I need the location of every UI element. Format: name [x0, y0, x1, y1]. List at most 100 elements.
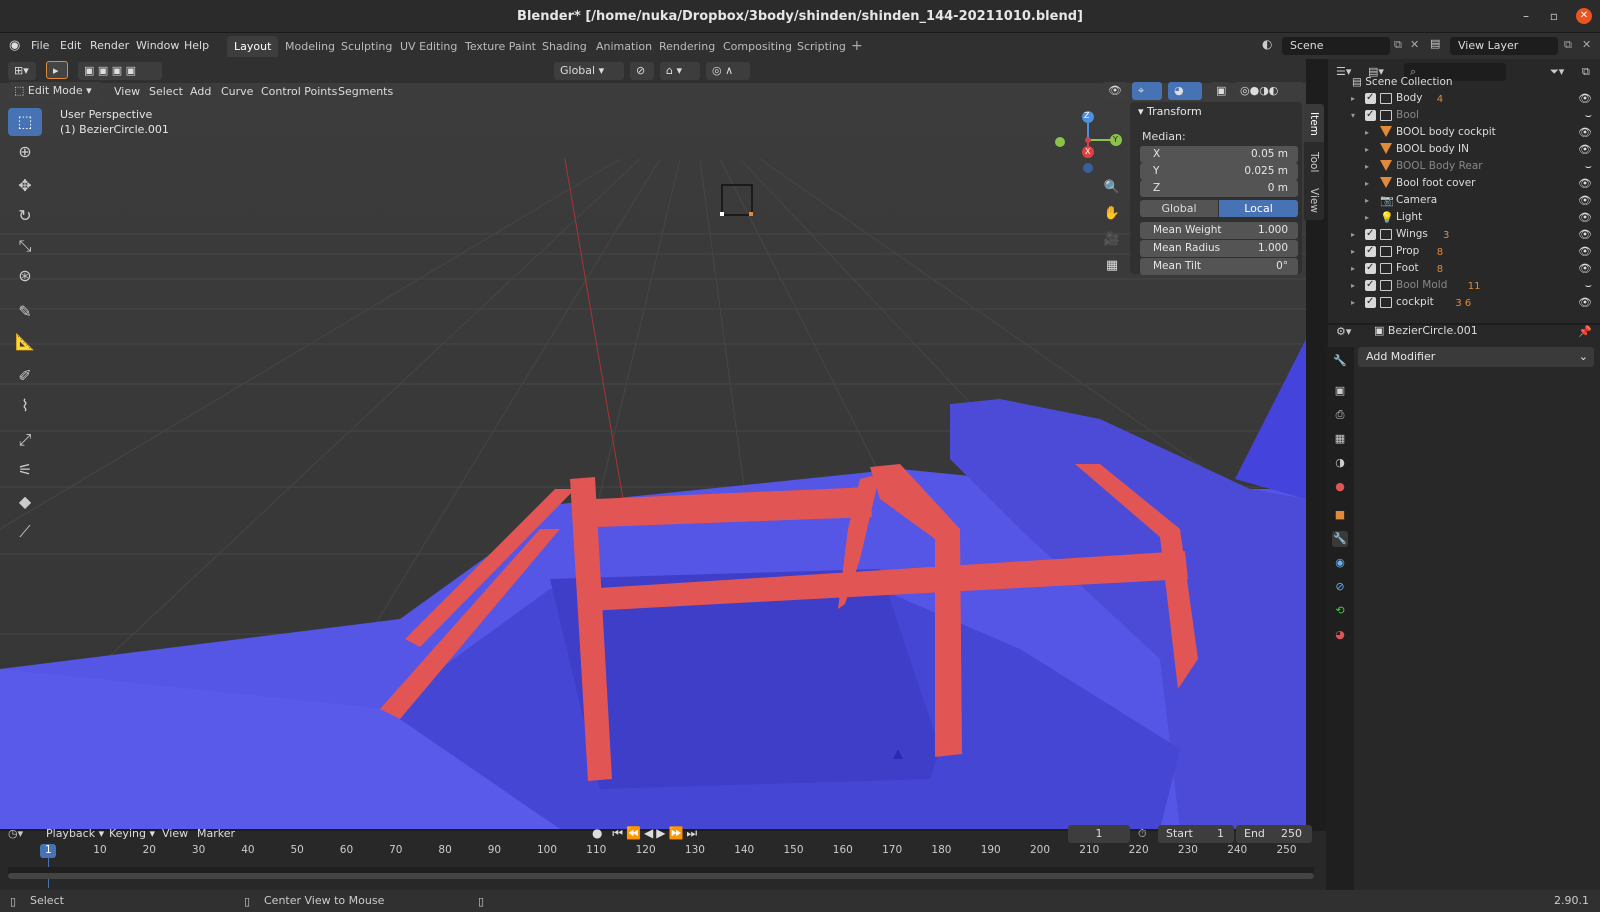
playback-controls[interactable]: ● ⏮⏪◀▶⏩⏭ [592, 826, 700, 841]
expand-arrow-icon[interactable]: ▾ [1351, 107, 1355, 124]
outliner-editor-icon[interactable]: ☰▾ [1336, 65, 1351, 78]
transform-tool-icon[interactable]: ⊛ [8, 262, 42, 290]
grid-view-icon[interactable]: ▦ [1100, 258, 1124, 282]
menu-edit[interactable]: Edit [60, 39, 81, 52]
global-toggle[interactable]: Global [1140, 200, 1218, 217]
close-button[interactable]: ✕ [1576, 8, 1592, 24]
restore-button[interactable]: ▫ [1546, 8, 1562, 24]
visibility-eye-icon[interactable]: ⌣ [1585, 158, 1592, 175]
expand-arrow-icon[interactable]: ▸ [1351, 294, 1355, 311]
menu-playback[interactable]: Playback ▾ [46, 827, 104, 840]
tab-tool[interactable]: Tool [1304, 142, 1324, 182]
collection-checkbox[interactable] [1365, 89, 1376, 106]
menu-control-points[interactable]: Control Points [261, 85, 337, 98]
randomize-tool-icon[interactable]: ⟋ [8, 518, 42, 546]
render-properties-icon[interactable]: ▣ [1332, 383, 1348, 399]
median-x-field[interactable]: X 0.05 m [1140, 146, 1298, 163]
menu-curve[interactable]: Curve [221, 85, 253, 98]
view-layer-field[interactable]: View Layer [1450, 37, 1558, 55]
expand-arrow-icon[interactable]: ▸ [1351, 226, 1355, 243]
outliner-row[interactable]: ▸ Bool foot cover 👁 [1328, 175, 1600, 192]
pivot-icon[interactable]: ⊘ [630, 62, 654, 80]
tab-item[interactable]: Item [1304, 104, 1324, 144]
minimize-button[interactable]: – [1518, 8, 1534, 24]
mean-radius-field[interactable]: Mean Radius 1.000 [1140, 240, 1298, 257]
expand-arrow-icon[interactable]: ▸ [1351, 277, 1355, 294]
properties-editor-icon[interactable]: ⚙▾ [1336, 325, 1351, 338]
visibility-eye-icon[interactable]: 👁 [1578, 226, 1592, 243]
editor-type-icon[interactable]: ⊞▾ [8, 62, 36, 80]
new-scene-icon[interactable]: ⧉ [1394, 38, 1402, 52]
collection-checkbox[interactable] [1365, 225, 1376, 242]
remove-view-layer-icon[interactable]: ✕ [1582, 38, 1591, 51]
expand-arrow-icon[interactable]: ▸ [1351, 260, 1355, 277]
expand-arrow-icon[interactable]: ▸ [1365, 141, 1369, 158]
expand-arrow-icon[interactable]: ▸ [1365, 192, 1369, 209]
outliner-row[interactable]: ▸ Body 4 👁 [1328, 89, 1600, 107]
expand-arrow-icon[interactable]: ▸ [1365, 209, 1369, 226]
physics-properties-icon[interactable]: ◉ [1332, 555, 1348, 571]
transform-orientation-dropdown[interactable]: Global ▾ [554, 62, 624, 80]
tab-animation[interactable]: Animation [589, 36, 659, 57]
new-view-layer-icon[interactable]: ⧉ [1564, 38, 1572, 52]
navigation-gizmo[interactable]: Z X Y [1050, 110, 1126, 176]
menu-window[interactable]: Window [136, 39, 179, 52]
annotate-tool-icon[interactable]: ✎ [8, 298, 42, 326]
timeline-editor-icon[interactable]: ◷▾ [8, 827, 23, 840]
outliner-row[interactable]: ▸ Foot 8 👁 [1328, 259, 1600, 277]
new-collection-icon[interactable]: ⧉ [1582, 65, 1590, 79]
scene-name-field[interactable]: Scene [1282, 37, 1390, 55]
visibility-eye-icon[interactable]: 👁 [1578, 175, 1592, 192]
median-z-field[interactable]: Z 0 m [1140, 180, 1298, 197]
tab-shading[interactable]: Shading [535, 36, 594, 57]
camera-view-icon[interactable]: 🎥 [1100, 232, 1124, 256]
xray-icon[interactable]: ▣ [1210, 82, 1230, 100]
tab-modeling[interactable]: Modeling [278, 36, 342, 57]
rotate-tool-icon[interactable]: ↻ [8, 202, 42, 230]
transform-panel-header[interactable]: ▾ Transform [1138, 105, 1202, 118]
visibility-icon[interactable]: 👁 [1102, 82, 1128, 100]
draw-tool-icon[interactable]: ✐ [8, 362, 42, 390]
expand-arrow-icon[interactable]: ▸ [1365, 175, 1369, 192]
outliner-row[interactable]: ▸ BOOL body IN 👁 [1328, 141, 1600, 158]
select-tool-icon[interactable]: ⬚ [8, 108, 42, 136]
stopwatch-icon[interactable]: ⏱ [1138, 827, 1147, 841]
tool-properties-icon[interactable]: 🔧 [1332, 353, 1348, 369]
selection-mode-icons[interactable]: ▣ ▣ ▣ ▣ [78, 62, 162, 80]
tilt-tool-icon[interactable]: ⤢ [8, 426, 42, 454]
mean-tilt-field[interactable]: Mean Tilt 0° [1140, 258, 1298, 275]
data-properties-icon[interactable]: ⟲ [1332, 603, 1348, 619]
tab-layout[interactable]: Layout [227, 36, 279, 57]
pan-hand-icon[interactable]: ✋ [1100, 206, 1124, 230]
blender-logo-icon[interactable]: ◉ [9, 38, 25, 54]
material-properties-icon[interactable]: ◕ [1332, 627, 1348, 643]
add-modifier-dropdown[interactable]: Add Modifier ⌄ [1358, 347, 1594, 367]
tab-uv-editing[interactable]: UV Editing [393, 36, 464, 57]
collection-checkbox[interactable] [1365, 259, 1376, 276]
visibility-eye-icon[interactable]: 👁 [1578, 124, 1592, 141]
extrude-tool-icon[interactable]: ◆ [8, 488, 42, 516]
object-properties-icon[interactable]: ■ [1332, 507, 1348, 523]
outliner-row[interactable]: ▸ 📷 Camera 👁 [1328, 192, 1600, 209]
modifier-properties-icon[interactable]: 🔧 [1332, 531, 1348, 547]
scene-properties-icon[interactable]: ◑ [1332, 455, 1348, 471]
visibility-eye-icon[interactable]: ⌣ [1585, 277, 1592, 294]
visibility-eye-icon[interactable]: ⌣ [1585, 107, 1592, 124]
visibility-eye-icon[interactable]: 👁 [1578, 90, 1592, 107]
menu-marker[interactable]: Marker [197, 827, 235, 840]
move-tool-icon[interactable]: ✥ [8, 172, 42, 200]
expand-arrow-icon[interactable]: ▸ [1365, 158, 1369, 175]
scale-tool-icon[interactable]: ⤡ [8, 232, 42, 260]
constraint-properties-icon[interactable]: ⊘ [1332, 579, 1348, 595]
menu-select[interactable]: Select [149, 85, 183, 98]
scene-icon[interactable]: ◐ [1262, 37, 1272, 51]
view-layer-icon[interactable]: ▤ [1430, 37, 1440, 50]
overlay-toggle-icon[interactable]: ◕ [1168, 82, 1202, 100]
menu-keying[interactable]: Keying ▾ [109, 827, 155, 840]
filter-icon[interactable]: ⏷▾ [1550, 65, 1564, 79]
measure-tool-icon[interactable]: 📐 [8, 328, 42, 356]
tab-scripting[interactable]: Scripting [790, 36, 853, 57]
output-properties-icon[interactable]: ⎙ [1332, 407, 1348, 423]
menu-help[interactable]: Help [184, 39, 209, 52]
zoom-icon[interactable]: 🔍 [1100, 180, 1124, 204]
